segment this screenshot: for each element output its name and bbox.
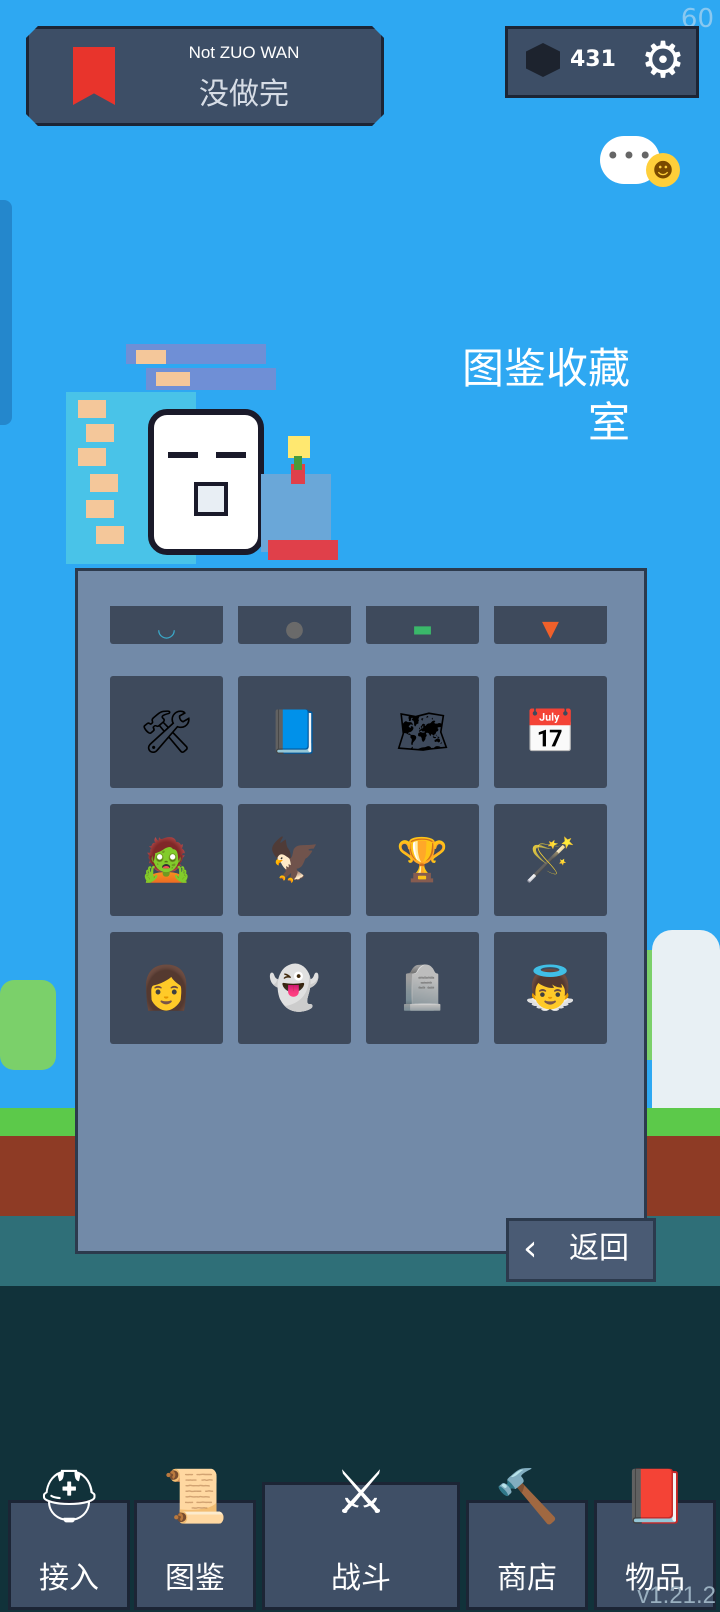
hawk-icon: 🦅: [268, 835, 321, 884]
version-label: v1.21.2: [637, 1582, 716, 1609]
collection-grid[interactable]: ◡ ● ▬ ▼ 🛠 📘 🗺 📅 🧟 🦅 🏆 🪄 👩 👻 🪦 👼: [110, 606, 610, 1058]
nav-label: 商店: [497, 1561, 557, 1596]
zombie-icon: 🧟: [140, 835, 193, 884]
angel-icon: 👼: [524, 963, 577, 1012]
collection-slot-tools[interactable]: 🛠: [110, 676, 223, 788]
partial-orange-icon: ▼: [542, 617, 559, 642]
collection-slot-hooded-woman[interactable]: 👩: [110, 932, 223, 1044]
gem-counter: 431 ⚙: [505, 26, 699, 98]
title-panel[interactable]: Not ZUO WAN 没做完: [26, 26, 384, 126]
collection-slot[interactable]: ◡: [110, 606, 223, 644]
holy-book-icon: 📘: [268, 707, 321, 756]
partial-blue-icon: ◡: [156, 617, 177, 642]
back-button-label: 返回: [569, 1231, 629, 1266]
collection-slot[interactable]: ▬: [366, 606, 479, 644]
nav-label: 接入: [39, 1561, 99, 1596]
tombstone-icon: 🪦: [396, 963, 449, 1012]
map-icon: 🗺: [395, 707, 450, 756]
gem-count: 431: [570, 47, 616, 72]
collection-slot-wand[interactable]: 🪄: [494, 804, 607, 916]
collection-slot-ghosts[interactable]: 👻: [238, 932, 351, 1044]
nav-battle-button[interactable]: ⚔ 战斗: [262, 1463, 460, 1610]
player-title-cn: 没做完: [199, 77, 289, 112]
hooded-woman-icon: 👩: [140, 963, 193, 1012]
room-title: 图鉴收藏室: [461, 344, 630, 447]
partial-gray-icon: ●: [284, 617, 305, 642]
smile-emoji-icon: ☻: [646, 153, 680, 187]
collection-slot-holy-book[interactable]: 📘: [238, 676, 351, 788]
tree-left: [0, 980, 56, 1070]
scroll-icon: 📜: [162, 1467, 228, 1527]
ghost-character-with-books: [66, 344, 338, 564]
collection-slot[interactable]: ▼: [494, 606, 607, 644]
collection-slot[interactable]: ●: [238, 606, 351, 644]
nav-connect-button[interactable]: ⛑ 接入: [8, 1467, 130, 1610]
back-button[interactable]: ‹ 返回: [506, 1218, 656, 1282]
collection-slot-angel[interactable]: 👼: [494, 932, 607, 1044]
bottom-nav: ⛑ 接入 📜 图鉴 ⚔ 战斗 🔨 商店 📕 物品: [0, 1463, 720, 1612]
collection-slot-tombstone[interactable]: 🪦: [366, 932, 479, 1044]
chevron-left-icon: ‹: [523, 1228, 538, 1269]
player-title-en: Not ZUO WAN: [188, 43, 300, 62]
nav-label: 图鉴: [165, 1561, 225, 1596]
nav-codex-button[interactable]: 📜 图鉴: [134, 1467, 256, 1610]
collection-slot-map[interactable]: 🗺: [366, 676, 479, 788]
nav-label: 战斗: [331, 1561, 391, 1596]
partial-green-icon: ▬: [412, 617, 433, 642]
hammer-icon: 🔨: [494, 1467, 560, 1527]
collection-slot-hawk[interactable]: 🦅: [238, 804, 351, 916]
helmet-icon: ⛑: [35, 1467, 103, 1527]
magic-wand-icon: 🪄: [524, 835, 577, 884]
nav-shop-button[interactable]: 🔨 商店: [466, 1467, 588, 1610]
gem-icon: [526, 43, 560, 77]
side-drawer-tab[interactable]: [0, 200, 12, 425]
collection-slot-goblet[interactable]: 🏆: [366, 804, 479, 916]
crossed-swords-icon: ⚔: [334, 1458, 388, 1528]
collection-slot-zombie[interactable]: 🧟: [110, 804, 223, 916]
bookmark-icon: [73, 47, 115, 105]
collection-slot-calendar[interactable]: 📅: [494, 676, 607, 788]
spellbook-icon: 📕: [622, 1467, 688, 1527]
tools-icon: 🛠: [139, 707, 194, 756]
calendar-heart-icon: 📅: [524, 707, 577, 756]
ghosts-icon: 👻: [268, 963, 321, 1012]
goblet-icon: 🏆: [396, 835, 449, 884]
gear-icon[interactable]: ⚙: [636, 33, 690, 87]
right-structure: [652, 930, 720, 1110]
